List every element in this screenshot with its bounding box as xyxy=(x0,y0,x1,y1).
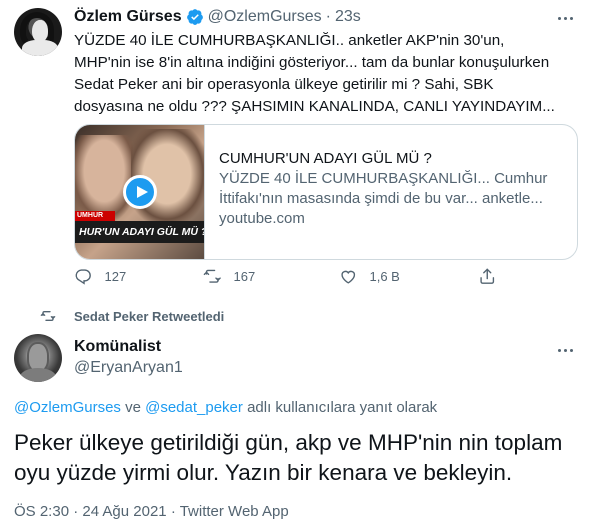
retweet-count: 167 xyxy=(233,268,256,284)
replying-to: @OzlemGurses ve @sedat_peker adlı kullan… xyxy=(14,399,437,416)
thumbnail-banner-text: HUR'UN ADAYI GÜL MÜ ? xyxy=(75,221,204,243)
retweeted-by-text[interactable]: Sedat Peker Retweetledi xyxy=(74,309,224,324)
avatar[interactable] xyxy=(14,334,62,382)
retweet-icon xyxy=(40,311,56,321)
tweet-source[interactable]: Twitter Web App xyxy=(180,503,289,520)
share-button[interactable] xyxy=(478,264,497,288)
heart-icon xyxy=(341,270,356,284)
card-title: CUMHUR'UN ADAYI GÜL MÜ ? xyxy=(219,150,432,167)
share-icon xyxy=(480,268,495,284)
retweet-icon xyxy=(203,269,221,283)
reply-connector: ve xyxy=(120,399,146,416)
tweet-date[interactable]: 24 Ağu 2021 xyxy=(82,503,166,520)
separator-dot: · xyxy=(69,503,83,520)
tweet-header: Özlem Gürses @OzlemGurses · 23s xyxy=(74,6,361,28)
thumbnail-tag: UMHUR xyxy=(75,211,115,221)
card-domain: youtube.com xyxy=(219,210,305,227)
card-description: YÜZDE 40 İLE CUMHURBAŞKANLIĞI... Cumhur … xyxy=(219,170,548,207)
tweet-time[interactable]: 23s xyxy=(335,8,361,26)
author-name[interactable]: Özlem Gürses xyxy=(74,8,182,26)
tweet-text: YÜZDE 40 İLE CUMHURBAŞKANLIĞI.. anketler… xyxy=(74,32,555,115)
retweet-button[interactable]: 167 xyxy=(203,264,255,288)
tweet-timestamp[interactable]: ÖS 2:30 xyxy=(14,503,69,520)
reply-button[interactable]: 127 xyxy=(74,264,126,288)
separator-dot: · xyxy=(166,503,180,520)
more-options-icon[interactable] xyxy=(558,342,578,358)
card-thumbnail: UMHUR HUR'UN ADAYI GÜL MÜ ? xyxy=(75,125,205,259)
like-count: 1,6 B xyxy=(369,268,400,284)
verified-badge-icon xyxy=(186,9,203,25)
retweeted-by-banner: Sedat Peker Retweetledi xyxy=(40,307,224,325)
avatar[interactable] xyxy=(14,8,62,56)
tweet-actions: 127 167 1,6 B xyxy=(74,264,504,288)
quoted-tweet[interactable]: Özlem Gürses @OzlemGurses · 23s YÜZDE 40… xyxy=(0,0,592,300)
more-options-icon[interactable] xyxy=(558,10,578,26)
reply-suffix: adlı kullanıcılara yanıt olarak xyxy=(242,399,438,416)
author-name[interactable]: Komünalist xyxy=(74,338,161,356)
reply-icon xyxy=(75,269,91,285)
reply-count: 127 xyxy=(104,268,127,284)
mention-link[interactable]: @sedat_peker xyxy=(145,399,243,416)
tweet-meta: ÖS 2:30 · 24 Ağu 2021 · Twitter Web App xyxy=(14,503,289,520)
author-handle[interactable]: @EryanAryan1 xyxy=(74,359,183,377)
author-handle[interactable]: @OzlemGurses xyxy=(208,8,322,26)
play-icon[interactable] xyxy=(123,175,157,209)
link-card[interactable]: UMHUR HUR'UN ADAYI GÜL MÜ ? CUMHUR'UN AD… xyxy=(74,124,578,260)
card-body: CUMHUR'UN ADAYI GÜL MÜ ? YÜZDE 40 İLE CU… xyxy=(205,125,577,259)
separator-dot: · xyxy=(325,8,331,25)
like-button[interactable]: 1,6 B xyxy=(339,264,400,288)
mention-link[interactable]: @OzlemGurses xyxy=(14,399,121,416)
tweet-text: Peker ülkeye getirildiği gün, akp ve MHP… xyxy=(14,430,563,485)
